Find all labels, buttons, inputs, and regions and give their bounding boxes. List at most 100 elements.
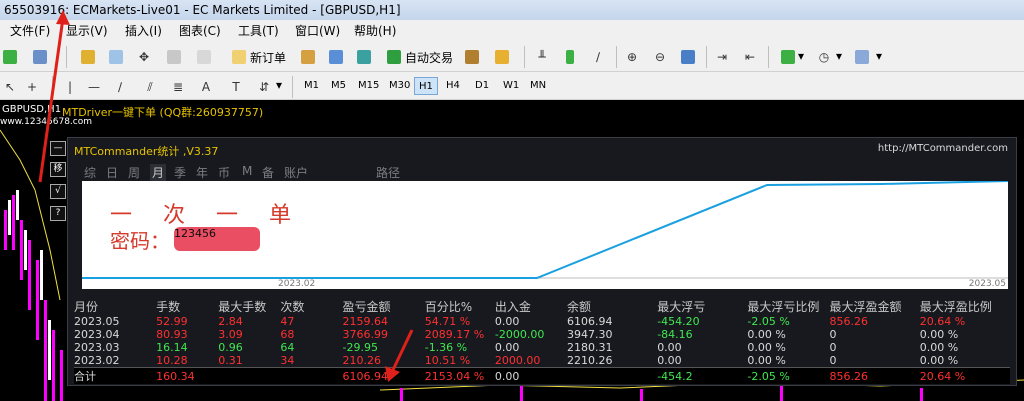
- tf-mn[interactable]: MN: [526, 77, 550, 95]
- menu-file[interactable]: 文件(F): [8, 20, 52, 42]
- tab-quarter[interactable]: 季: [174, 164, 186, 181]
- indicators-dropdown-icon[interactable]: ▾: [798, 49, 804, 63]
- tf-m30[interactable]: M30: [385, 77, 414, 95]
- crosshair-icon[interactable]: +: [22, 77, 42, 97]
- tile-windows-icon[interactable]: [678, 47, 698, 67]
- users-icon[interactable]: [492, 47, 512, 67]
- data-window-icon[interactable]: [106, 47, 126, 67]
- menu-insert[interactable]: 插入(I): [123, 20, 164, 42]
- cursor-icon[interactable]: ↖: [0, 77, 20, 97]
- menu-help[interactable]: 帮助(H): [352, 20, 398, 42]
- tf-m15[interactable]: M15: [354, 77, 383, 95]
- panel-url[interactable]: http://MTCommander.com: [878, 143, 1008, 154]
- terminal-icon[interactable]: [164, 47, 184, 67]
- table-cell: 0.00 %: [747, 354, 786, 367]
- tf-w1[interactable]: W1: [499, 77, 523, 95]
- table-cell: 2180.31: [567, 341, 613, 354]
- menu-view[interactable]: 显示(V): [64, 20, 110, 42]
- tf-h4[interactable]: H4: [442, 77, 464, 95]
- table-cell: 0: [829, 341, 837, 354]
- periods-dropdown-icon[interactable]: ▾: [836, 49, 842, 63]
- tab-currency[interactable]: 币: [218, 164, 230, 181]
- fibonacci-icon[interactable]: ≣: [168, 77, 188, 97]
- tab-all[interactable]: 综: [84, 164, 96, 181]
- table-cell: -454.20: [657, 315, 700, 328]
- chart-shift-icon[interactable]: ⇤: [740, 47, 760, 67]
- market-icon[interactable]: [354, 47, 374, 67]
- table-cell: -2.05 %: [747, 315, 790, 328]
- menu-window[interactable]: 窗口(W): [293, 20, 342, 42]
- line-chart-icon[interactable]: ∕: [588, 47, 608, 67]
- tab-note[interactable]: 备: [262, 164, 274, 181]
- tab-magic[interactable]: M: [242, 164, 252, 178]
- signals-icon[interactable]: [326, 47, 346, 67]
- table-cell: 856.26: [829, 315, 869, 328]
- tab-account[interactable]: 账户: [284, 164, 308, 181]
- tf-d1[interactable]: D1: [471, 77, 493, 95]
- table-cell: 3.09: [218, 328, 243, 341]
- auto-trading-button[interactable]: 自动交易: [405, 49, 453, 66]
- table-cell: 10.51 %: [424, 354, 471, 367]
- table-cell: 47: [280, 315, 295, 328]
- tab-path[interactable]: 路径: [376, 164, 400, 181]
- minimize-panel-button[interactable]: —: [50, 141, 66, 156]
- strategy-tester-icon[interactable]: [194, 47, 214, 67]
- bar-chart-icon[interactable]: ╨: [532, 47, 552, 67]
- options-icon[interactable]: [462, 47, 482, 67]
- tf-m5[interactable]: M5: [327, 77, 350, 95]
- trendline-icon[interactable]: ∕: [110, 77, 130, 97]
- templates-dropdown-icon[interactable]: ▾: [876, 49, 882, 63]
- vertical-line-icon[interactable]: |: [60, 77, 80, 97]
- move-panel-button[interactable]: 移: [50, 162, 66, 177]
- text-label-icon[interactable]: T: [226, 77, 246, 97]
- navigator-icon[interactable]: ✥: [134, 47, 154, 67]
- menu-tools[interactable]: 工具(T): [236, 20, 281, 42]
- table-cell: 64: [280, 341, 295, 354]
- tab-year[interactable]: 年: [196, 164, 208, 181]
- table-cell: 0.00: [657, 341, 682, 354]
- metaeditor-icon[interactable]: [298, 47, 318, 67]
- menu-charts[interactable]: 图表(C): [177, 20, 223, 42]
- table-cell: 0.00: [657, 354, 682, 367]
- arrows-dropdown-icon[interactable]: ▾: [276, 78, 282, 92]
- window-title: 65503916: ECMarkets-Live01 - EC Markets …: [0, 0, 1024, 20]
- market-watch-icon[interactable]: [78, 47, 98, 67]
- new-order-button[interactable]: 新订单: [250, 49, 286, 66]
- auto-trading-icon[interactable]: [384, 47, 404, 67]
- table-cell: 2023.04: [74, 328, 120, 341]
- table-cell: 3947.30: [567, 328, 613, 341]
- table-cell: 0.96: [218, 341, 243, 354]
- table-cell: 0.31: [218, 354, 243, 367]
- horizontal-line-icon[interactable]: —: [84, 77, 104, 97]
- tf-h1[interactable]: H1: [414, 77, 438, 95]
- tab-day[interactable]: 日: [106, 164, 118, 181]
- tf-m1[interactable]: M1: [300, 77, 323, 95]
- table-cell: 210.26: [342, 354, 382, 367]
- zoom-in-icon[interactable]: ⊕: [622, 47, 642, 67]
- table-cell: -454.2: [657, 367, 748, 384]
- col-header: 盈亏金额: [342, 300, 391, 314]
- table-cell: 54.71 %: [424, 315, 471, 328]
- channel-icon[interactable]: ⫽: [140, 77, 160, 97]
- arrows-icon[interactable]: ⇵: [254, 77, 274, 97]
- candlestick-icon[interactable]: [560, 47, 580, 67]
- col-header: 最大浮亏比例: [747, 300, 820, 314]
- profiles-icon[interactable]: [30, 47, 50, 67]
- new-chart-icon[interactable]: [0, 47, 20, 67]
- new-order-icon[interactable]: [229, 47, 249, 67]
- zoom-out-icon[interactable]: ⊖: [650, 47, 670, 67]
- tab-week[interactable]: 周: [128, 164, 140, 181]
- auto-scroll-icon[interactable]: ⇥: [712, 47, 732, 67]
- indicators-icon[interactable]: [778, 47, 798, 67]
- templates-icon[interactable]: [852, 47, 872, 67]
- table-cell: 3766.99: [342, 328, 389, 341]
- text-tool-icon[interactable]: A: [196, 77, 216, 97]
- table-cell: 2023.02: [74, 354, 120, 367]
- col-header: 百分比%: [424, 300, 473, 314]
- tab-month[interactable]: 月: [150, 164, 167, 181]
- help-button[interactable]: ?: [50, 206, 66, 221]
- periods-icon[interactable]: ◷: [814, 47, 834, 67]
- table-cell: 34: [280, 354, 295, 367]
- table-cell: -1.36 %: [424, 341, 468, 354]
- confirm-button[interactable]: √: [50, 184, 66, 199]
